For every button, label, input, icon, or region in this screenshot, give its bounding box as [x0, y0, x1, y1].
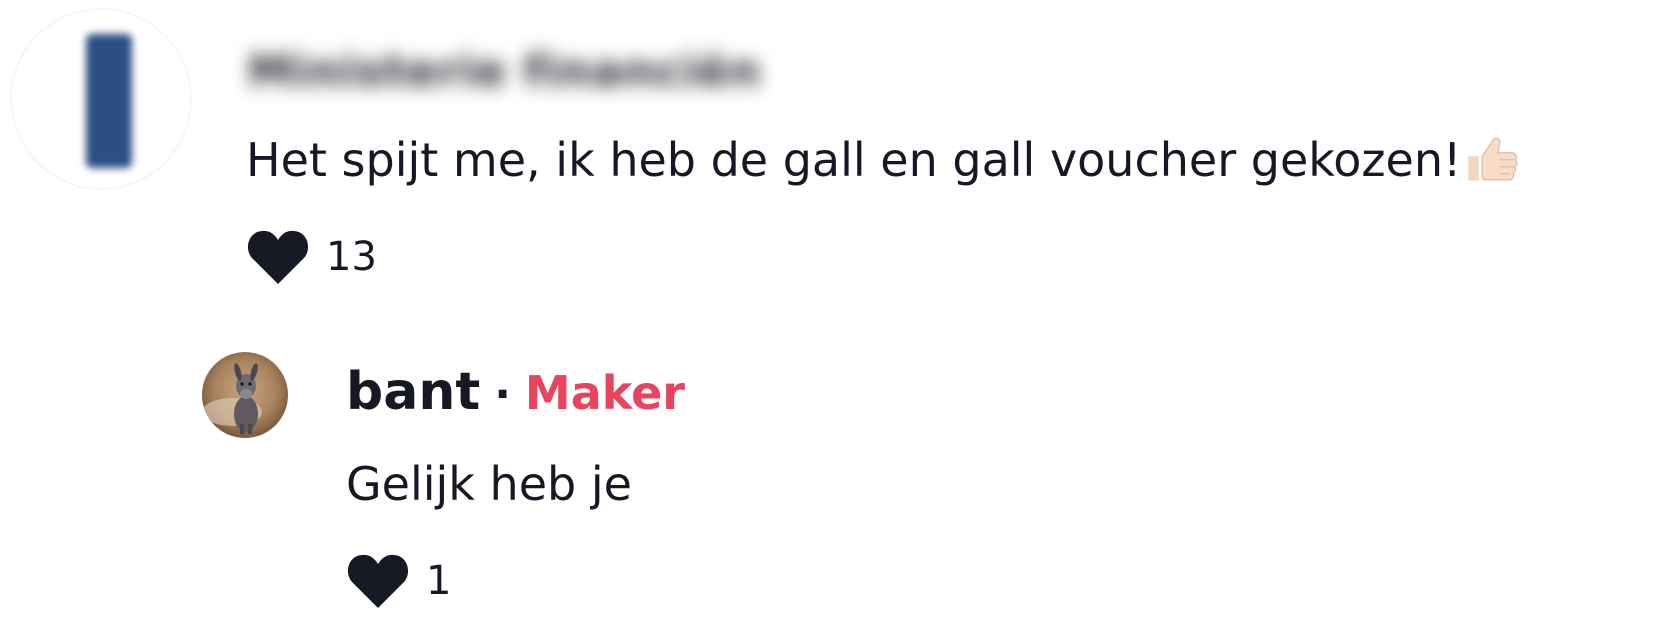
comment-like-button[interactable]: 13	[246, 228, 377, 286]
reply-like-button[interactable]: 1	[346, 552, 451, 610]
comment-text-body: Het spijt me, ik heb de gall en gall vou…	[246, 133, 1462, 187]
reply-header: bant · Maker	[346, 362, 685, 422]
comment-text: Het spijt me, ik heb de gall en gall vou…	[246, 130, 1519, 190]
heart-icon	[347, 554, 409, 608]
heart-icon	[247, 230, 309, 284]
thumbs-up-icon	[1468, 137, 1518, 181]
comment-username[interactable]: Ministerie financiën	[248, 46, 761, 97]
avatar[interactable]	[12, 10, 190, 188]
reply-username[interactable]: bant	[346, 362, 480, 422]
comment: Ministerie financiën Het spijt me, ik he…	[0, 0, 1654, 300]
comment-like-count: 13	[326, 234, 377, 280]
reply-like-count: 1	[426, 558, 452, 604]
donkey-avatar-icon	[202, 352, 288, 438]
creator-badge: Maker	[524, 366, 685, 420]
reply-avatar[interactable]	[202, 352, 288, 438]
separator-dot: ·	[494, 369, 511, 420]
reply-text: Gelijk heb je	[346, 457, 632, 511]
